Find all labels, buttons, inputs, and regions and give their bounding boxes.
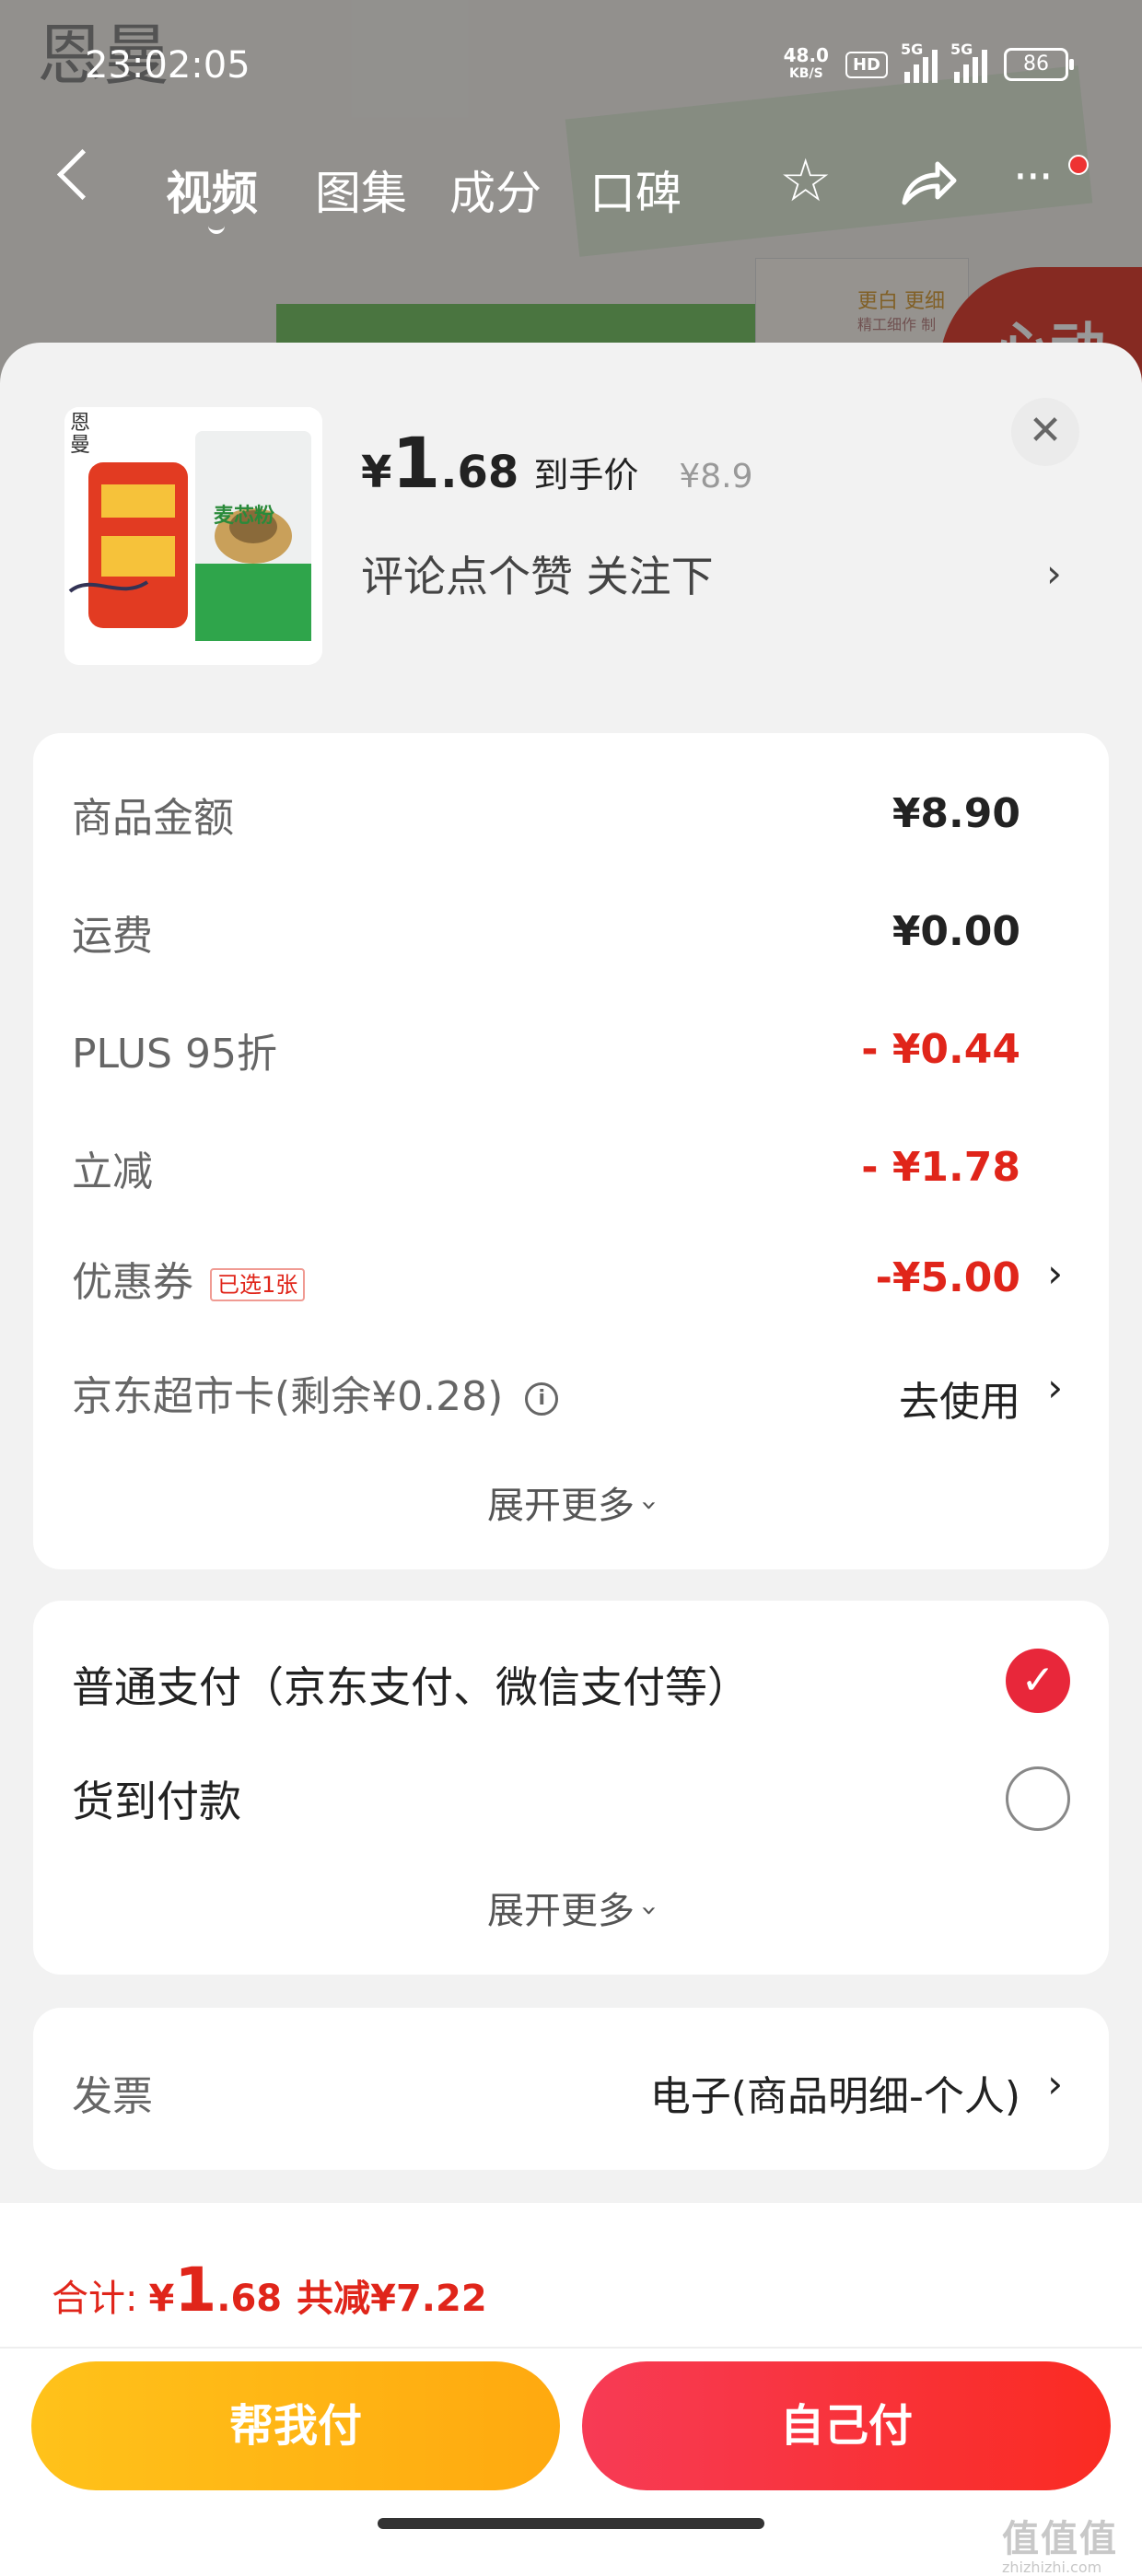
shipping-label: 运费	[72, 913, 153, 960]
chevron-down-icon: ›	[633, 1499, 666, 1511]
chevron-right-icon[interactable]: ›	[1047, 2061, 1063, 2106]
price-symbol: ¥	[361, 447, 392, 498]
order-summary-card: 商品金额 ¥8.90 运费 ¥0.00 PLUS 95折 - ¥0.44 立减 …	[33, 733, 1109, 1569]
footer-divider	[0, 2347, 1142, 2349]
watermark-text: 值值值	[1002, 2518, 1118, 2560]
payment-expand-more[interactable]: 展开更多›	[33, 1881, 1109, 1934]
chevron-down-icon: ›	[633, 1905, 666, 1917]
expand-more-label: 展开更多	[487, 1485, 635, 1527]
price-integer: 1	[391, 422, 441, 504]
hd-icon: HD	[845, 51, 888, 78]
more-icon[interactable]: ···	[1013, 147, 1054, 206]
checkout-footer: 合计: ¥ 1 .68 共减¥7.22 帮我付 自己付 值值值 zhizhizhi…	[0, 2203, 1142, 2576]
coupon-label: 优惠券	[72, 1259, 193, 1306]
thumb-brand: 恩曼	[70, 412, 91, 457]
price-decimal: .68	[440, 447, 519, 498]
total-integer: 1	[174, 2255, 217, 2325]
coupon-badge: 已选1张	[210, 1268, 306, 1301]
thumb-pack-name: 麦芯粉	[214, 505, 275, 528]
instant-discount-label: 立减	[72, 1148, 153, 1195]
goods-amount-label: 商品金额	[72, 795, 234, 842]
tab-gallery[interactable]: 图集	[315, 157, 407, 223]
payment-option-normal[interactable]: 普通支付（京东支付、微信支付等）	[72, 1654, 750, 1715]
tab-reviews[interactable]: 口碑	[589, 157, 682, 223]
total-label: 合计:	[52, 2278, 138, 2320]
payment-option-cod[interactable]: 货到付款	[72, 1768, 241, 1829]
product-image	[64, 407, 322, 665]
background-product-page: 恩曼 更白 更细 精工细作 制 心动 23:02:05 48.0KB/S HD …	[0, 0, 1142, 387]
total-decimal: .68	[216, 2278, 283, 2320]
share-icon[interactable]	[899, 157, 958, 208]
tab-ingredients[interactable]: 成分	[449, 157, 542, 223]
invoice-value[interactable]: 电子(商品明细-个人)	[650, 2063, 1020, 2122]
info-icon[interactable]: i	[525, 1382, 559, 1416]
status-time: 23:02:05	[85, 44, 251, 87]
product-thumbnail: 恩曼 麦芯粉	[64, 407, 322, 665]
star-icon[interactable]: ☆	[779, 152, 832, 211]
expand-more-label: 展开更多	[487, 1890, 635, 1932]
total-symbol: ¥	[148, 2278, 175, 2320]
signal-icon: 5G	[901, 41, 938, 83]
plus-discount-value: - ¥0.44	[861, 1026, 1020, 1073]
invoice-label: 发票	[72, 2073, 153, 2120]
shipping-value: ¥0.00	[891, 908, 1020, 955]
signal-label: 5G	[901, 41, 924, 58]
status-icons: 48.0 KB/S HD 5G 5G 86	[784, 41, 1074, 83]
chevron-right-icon[interactable]: ›	[1047, 1365, 1063, 1410]
chevron-right-icon[interactable]: ›	[1046, 551, 1062, 596]
net-speed: 48.0 KB/S	[784, 46, 829, 83]
jd-card-row[interactable]: 京东超市卡(剩余¥0.28) i	[72, 1363, 559, 1422]
plus-discount-label: PLUS 95折	[72, 1031, 277, 1078]
unchecked-radio-icon[interactable]	[1006, 1766, 1070, 1831]
jd-card-action[interactable]: 去使用	[899, 1369, 1020, 1428]
total-row: 合计: ¥ 1 .68 共减¥7.22	[52, 2255, 487, 2325]
close-button[interactable]: ✕	[1011, 398, 1079, 466]
coupon-value[interactable]: -¥5.00	[876, 1254, 1020, 1301]
summary-expand-more[interactable]: 展开更多›	[33, 1475, 1109, 1529]
price-tag: 到手价	[533, 455, 639, 495]
signal-label-2: 5G	[950, 41, 973, 58]
comment-link[interactable]: 评论点个赞 关注下	[361, 543, 714, 604]
home-indicator[interactable]	[378, 2518, 764, 2529]
jd-card-label: 京东超市卡(剩余¥0.28)	[72, 1373, 504, 1420]
help-pay-button[interactable]: 帮我付	[31, 2361, 560, 2490]
notification-dot	[1068, 155, 1089, 175]
original-price: ¥8.9	[679, 458, 753, 495]
watermark-url: zhizhizhi.com	[1002, 2559, 1102, 2576]
goods-amount-value: ¥8.90	[891, 790, 1020, 837]
self-pay-button[interactable]: 自己付	[582, 2361, 1111, 2490]
battery-icon: 86	[1004, 48, 1074, 81]
close-icon: ✕	[1028, 407, 1063, 454]
payment-method-card: 普通支付（京东支付、微信支付等） ✓ 货到付款 展开更多›	[33, 1601, 1109, 1975]
invoice-card[interactable]: 发票 电子(商品明细-个人) ›	[33, 2008, 1109, 2170]
checked-icon[interactable]: ✓	[1006, 1649, 1070, 1713]
net-speed-unit: KB/S	[788, 66, 823, 81]
signal-icon-2: 5G	[950, 41, 987, 83]
price-row: ¥ 1 .68 到手价 ¥8.9	[361, 422, 753, 504]
tab-video[interactable]: 视频	[166, 157, 258, 223]
chevron-right-icon[interactable]: ›	[1047, 1251, 1063, 1296]
watermark: 值值值 zhizhizhi.com	[1002, 2509, 1118, 2576]
total-saved: 共减¥7.22	[297, 2278, 487, 2320]
instant-discount-value: - ¥1.78	[861, 1144, 1020, 1191]
net-speed-value: 48.0	[783, 44, 829, 66]
coupon-row[interactable]: 优惠券 已选1张	[72, 1249, 306, 1308]
